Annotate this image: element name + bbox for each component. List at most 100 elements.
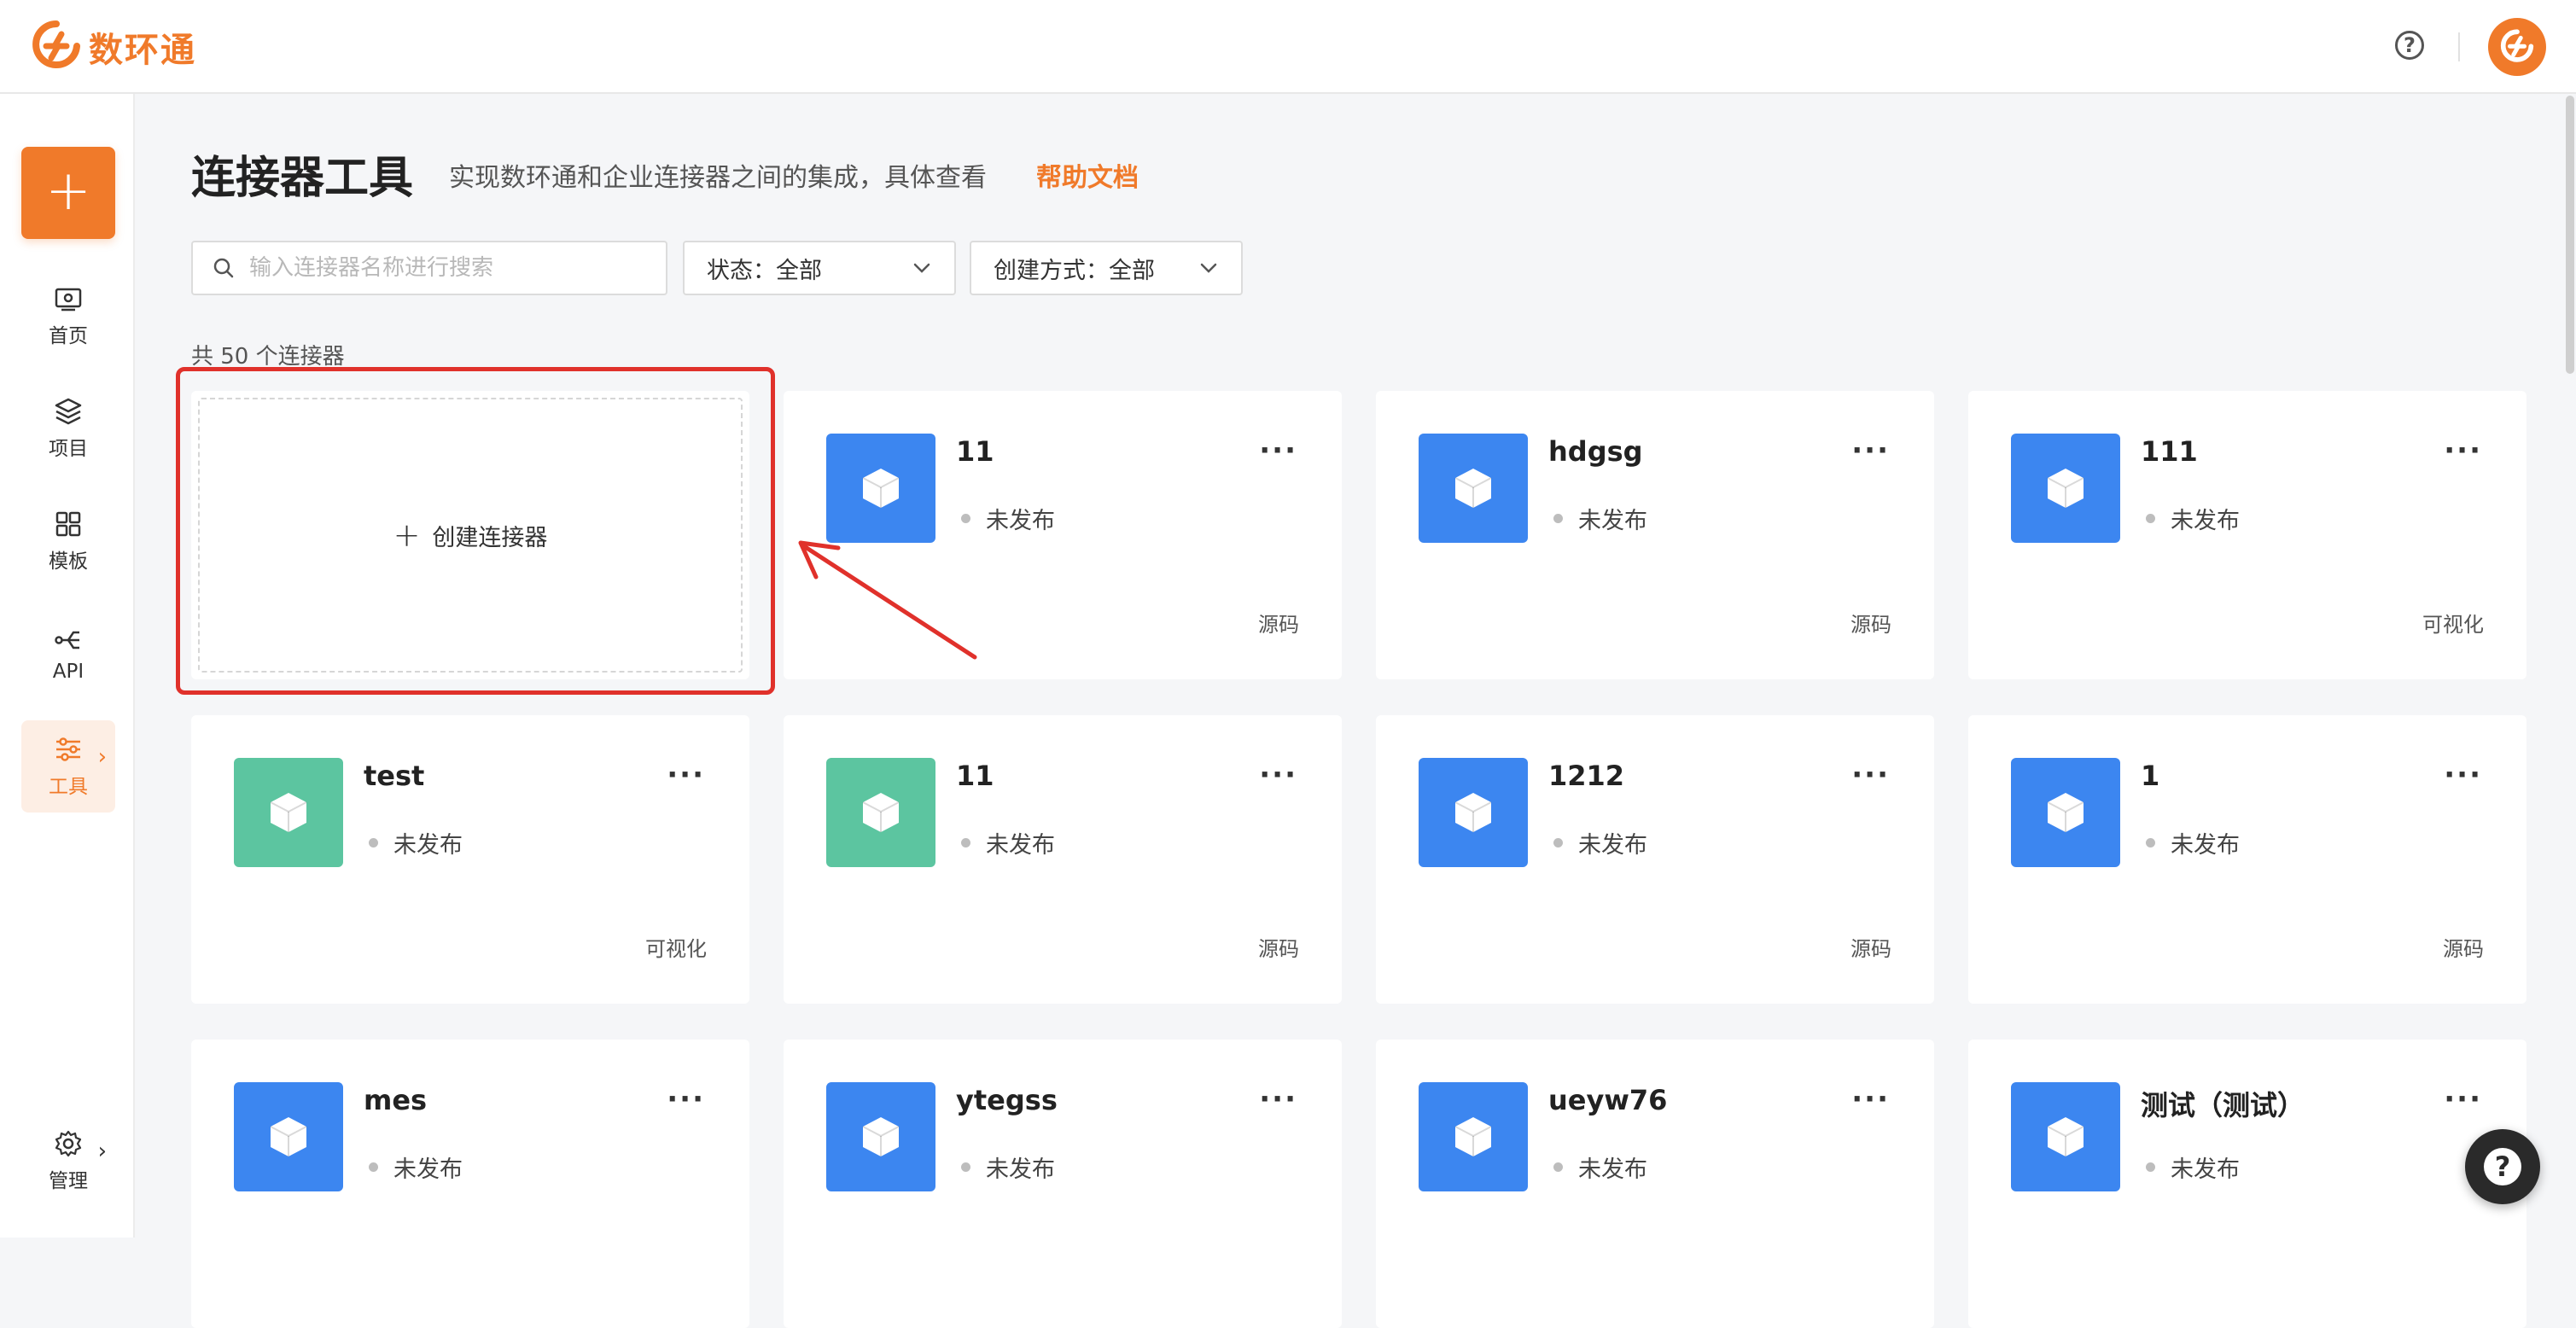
more-options-icon[interactable]: ··· (1851, 434, 1890, 468)
connector-name: ueyw76 (1548, 1084, 1668, 1116)
cube-icon (2011, 1082, 2120, 1191)
status-dot-icon (1553, 838, 1563, 847)
annotation-arrow-icon (798, 540, 977, 660)
connector-name: 1212 (1548, 760, 1625, 792)
connector-name: 1 (2141, 760, 2160, 792)
connector-card[interactable]: hdgsg 未发布 ··· 源码 (1376, 391, 1934, 679)
add-button[interactable]: + (21, 147, 115, 239)
connector-name: mes (364, 1084, 428, 1116)
sidebar-item-manage[interactable]: 管理 › (21, 1115, 115, 1207)
more-options-icon[interactable]: ··· (1851, 758, 1890, 792)
connector-card[interactable]: ytegss 未发布 ··· (784, 1040, 1342, 1328)
brand[interactable]: 数环通 (32, 20, 196, 73)
connector-status: 未发布 (1553, 1150, 1647, 1184)
status-filter-value: 状态：全部 (707, 257, 822, 284)
connector-status-label: 未发布 (1578, 508, 1647, 534)
gear-icon (55, 1130, 82, 1157)
api-icon (55, 631, 79, 649)
sidebar-item-tools[interactable]: 工具 › (21, 720, 115, 813)
connector-count: 共 50 个连接器 (191, 344, 345, 370)
question-icon: ? (2484, 1148, 2521, 1185)
connector-card[interactable]: 111 未发布 ··· 可视化 (1968, 391, 2526, 679)
cube-icon (826, 434, 935, 543)
connector-status-label: 未发布 (986, 508, 1055, 534)
connector-status-label: 未发布 (986, 832, 1055, 859)
cube-icon (1419, 1082, 1528, 1191)
connector-type: 可视化 (645, 937, 707, 961)
sliders-icon (56, 737, 80, 761)
connector-status-label: 未发布 (393, 832, 463, 859)
sidebar-item-label: 工具 (49, 776, 88, 798)
floating-help-button[interactable]: ? (2465, 1129, 2540, 1204)
layers-icon (55, 398, 82, 425)
help-doc-link[interactable]: 帮助文档 (1036, 156, 1139, 194)
more-options-icon[interactable]: ··· (1259, 758, 1297, 792)
sidebar-item-projects[interactable]: 项目 (21, 382, 115, 475)
status-dot-icon (2146, 1162, 2155, 1172)
connector-card[interactable]: 1 未发布 ··· 源码 (1968, 715, 2526, 1004)
top-header: 数环通 ? (0, 0, 2576, 94)
sidebar-item-templates[interactable]: 模板 (21, 495, 115, 587)
status-filter-select[interactable]: 状态：全部 (683, 241, 956, 295)
sidebar-item-label: API (52, 661, 85, 683)
status-dot-icon (369, 1162, 378, 1172)
more-options-icon[interactable]: ··· (1259, 1082, 1297, 1116)
connector-type: 可视化 (2422, 613, 2484, 637)
connector-card[interactable]: ueyw76 未发布 ··· (1376, 1040, 1934, 1328)
brand-logo-icon (32, 20, 80, 68)
connector-type: 源码 (1850, 937, 1891, 961)
connector-card[interactable]: 11 未发布 ··· 源码 (784, 715, 1342, 1004)
connector-card[interactable]: test 未发布 ··· 可视化 (191, 715, 749, 1004)
connector-status: 未发布 (961, 826, 1055, 859)
brand-name: 数环通 (89, 31, 196, 70)
page-scrollbar[interactable] (2566, 96, 2574, 374)
connector-status: 未发布 (961, 1150, 1055, 1184)
cube-icon (1419, 434, 1528, 543)
status-dot-icon (961, 838, 970, 847)
connector-card[interactable]: 1212 未发布 ··· 源码 (1376, 715, 1934, 1004)
connector-status: 未发布 (1553, 502, 1647, 535)
more-options-icon[interactable]: ··· (1851, 1082, 1890, 1116)
sidebar-item-label: 管理 (49, 1170, 88, 1192)
connector-name: 11 (956, 760, 994, 792)
cube-icon (826, 758, 935, 867)
avatar[interactable] (2488, 18, 2546, 76)
status-dot-icon (369, 838, 378, 847)
connector-type: 源码 (2443, 937, 2484, 961)
cube-icon (826, 1082, 935, 1191)
connector-status-label: 未发布 (2171, 1156, 2240, 1183)
search-input[interactable] (248, 254, 661, 282)
connector-status: 未发布 (2146, 502, 2240, 535)
status-dot-icon (1553, 514, 1563, 523)
sidebar-item-home[interactable]: 首页 (21, 270, 115, 362)
connector-card[interactable]: mes 未发布 ··· (191, 1040, 749, 1328)
connector-card[interactable]: 测试（测试） 未发布 ··· (1968, 1040, 2526, 1328)
chevron-right-icon: › (97, 1139, 107, 1164)
connector-status-label: 未发布 (393, 1156, 463, 1183)
more-options-icon[interactable]: ··· (667, 758, 705, 792)
question-circle-icon[interactable]: ? (2395, 31, 2424, 60)
more-options-icon[interactable]: ··· (667, 1082, 705, 1116)
connector-status-label: 未发布 (1578, 1156, 1647, 1183)
create-method-filter-select[interactable]: 创建方式：全部 (970, 241, 1243, 295)
search-field[interactable] (191, 241, 667, 295)
more-options-icon[interactable]: ··· (2444, 758, 2482, 792)
connector-status-label: 未发布 (2171, 508, 2240, 534)
connector-name: ytegss (956, 1084, 1058, 1116)
sidebar-item-label: 项目 (49, 438, 88, 460)
cube-icon (1419, 758, 1528, 867)
connector-name: 111 (2141, 435, 2198, 468)
connector-status-label: 未发布 (986, 1156, 1055, 1183)
highlight-annotation-box (176, 367, 775, 695)
chevron-down-icon (1200, 263, 1217, 273)
page-description: 实现数环通和企业连接器之间的集成，具体查看 (449, 163, 987, 193)
sidebar-item-api[interactable]: API (21, 608, 115, 700)
more-options-icon[interactable]: ··· (2444, 434, 2482, 468)
more-options-icon[interactable]: ··· (2444, 1082, 2482, 1116)
create-method-filter-value: 创建方式：全部 (994, 257, 1155, 284)
grid-icon (55, 511, 81, 537)
sidebar-item-label: 首页 (49, 325, 88, 347)
more-options-icon[interactable]: ··· (1259, 434, 1297, 468)
avatar-logo-icon (2500, 29, 2534, 62)
connector-name: hdgsg (1548, 435, 1643, 468)
